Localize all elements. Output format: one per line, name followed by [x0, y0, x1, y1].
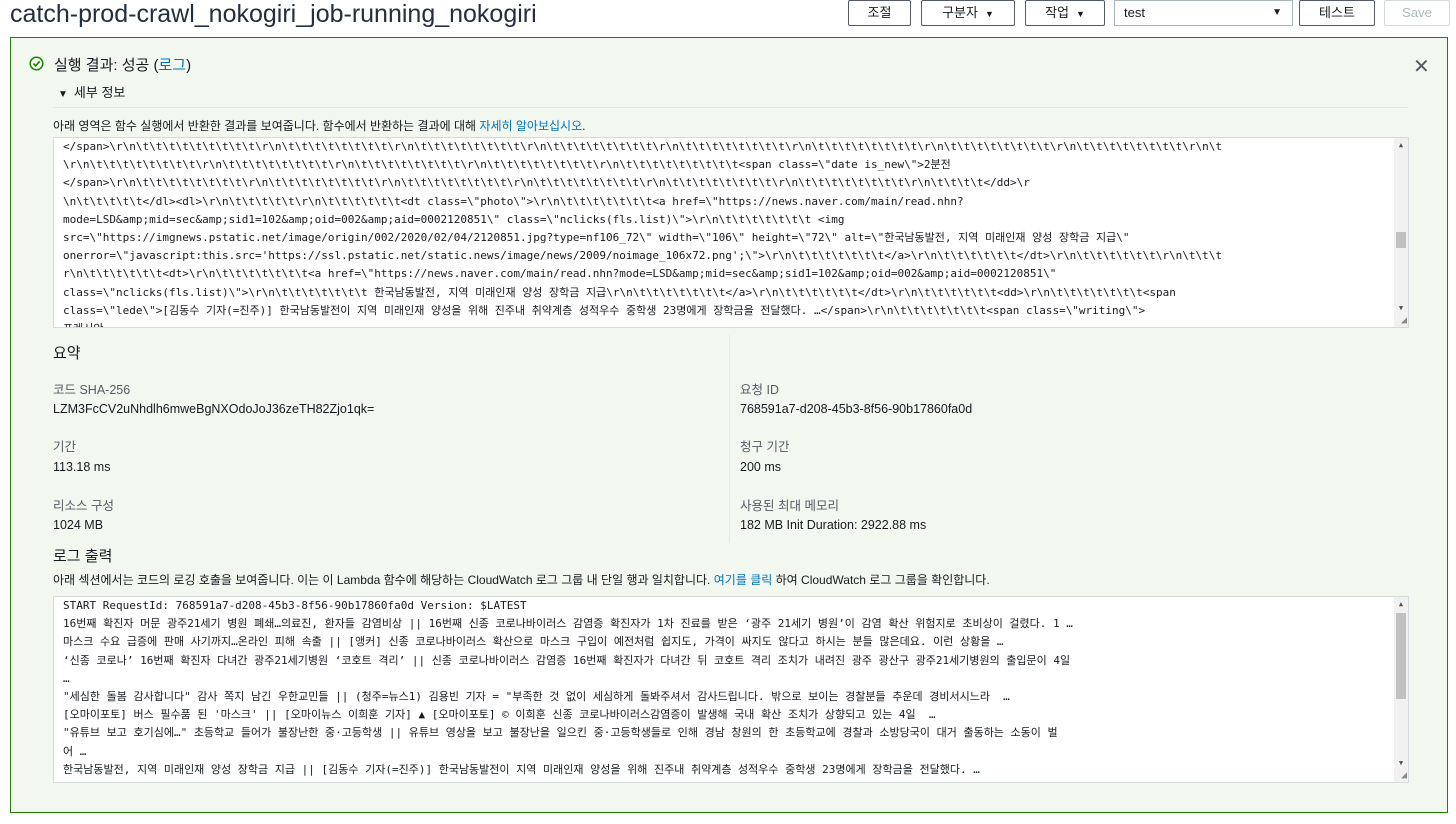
- output-line: \r\n\t\t\t\t\t\t\t\t\r\n\t\t\t\t\t\t\t\t…: [63, 158, 951, 172]
- scroll-up-icon[interactable]: ▲: [1394, 597, 1408, 611]
- resources-value: 1024 MB: [53, 518, 104, 532]
- result-title-suffix: ): [186, 57, 192, 74]
- save-button[interactable]: Save: [1384, 0, 1450, 26]
- output-scrollbar[interactable]: ▲ ▼: [1394, 138, 1408, 327]
- log-output-title: 로그 출력: [53, 548, 113, 565]
- execution-result-panel: 실행 결과: 성공 (로그) ✕ ▼ 세부 정보 아래 영역은 함수 실행에서 반…: [10, 37, 1448, 813]
- test-event-select[interactable]: test ▼: [1114, 0, 1293, 26]
- log-output-box[interactable]: START RequestId: 768591a7-d208-45b3-8f56…: [53, 596, 1409, 783]
- result-title: 실행 결과: 성공 (로그): [54, 57, 191, 75]
- log-description: 아래 섹션에서는 코드의 로깅 호출을 보여줍니다. 이는 이 Lambda 함…: [53, 573, 990, 587]
- output-line: onerror=\"javascript:this.src='https://s…: [63, 249, 1222, 263]
- test-event-value: test: [1124, 5, 1145, 20]
- function-header: catch-prod-crawl_nokogiri_job-running_no…: [0, 0, 1456, 30]
- scroll-thumb[interactable]: [1396, 613, 1406, 699]
- log-line: 한국남동발전, 지역 미래인재 양성 장학금 지급 || [김동수 기자(=진주…: [63, 762, 980, 776]
- result-desc-text: 아래 영역은 함수 실행에서 반환한 결과를 보여줍니다. 함수에서 반환하는 …: [53, 119, 480, 133]
- save-label: Save: [1402, 5, 1432, 20]
- max-memory-label: 사용된 최대 메모리: [740, 499, 839, 513]
- success-check-icon: [29, 56, 44, 71]
- learn-more-link[interactable]: 자세히 알아보십시오: [479, 119, 582, 133]
- output-line: class=\"lede\">[김동수 기자(=진주)] 한국남동발전이 지역 …: [63, 303, 1146, 317]
- request-id-label: 요청 ID: [740, 383, 779, 397]
- chevron-down-icon: ▼: [1076, 9, 1085, 19]
- output-line: </span>\r\n\t\t\t\t\t\t\t\t\r\n\t\t\t\t\…: [63, 176, 1030, 190]
- divider: [53, 107, 1408, 108]
- log-line: "유튜브 보고 호기심에…" 초등학교 들어가 불장난한 중·고등학생 || 유…: [63, 726, 1058, 740]
- execution-output-box[interactable]: </span>\r\n\t\t\t\t\t\t\t\t\t\r\n\t\t\t\…: [53, 137, 1409, 328]
- max-memory-value: 182 MB Init Duration: 2922.88 ms: [740, 518, 927, 532]
- summary-title: 요약: [53, 345, 81, 362]
- caret-down-icon: ▼: [58, 89, 68, 100]
- chevron-down-icon: ▼: [1272, 7, 1282, 18]
- log-desc-suffix: 하여 CloudWatch 로그 그룹을 확인합니다.: [772, 573, 990, 587]
- duration-label: 기간: [53, 440, 77, 454]
- duration-value: 113.18 ms: [53, 460, 111, 474]
- log-desc-text: 아래 섹션에서는 코드의 로깅 호출을 보여줍니다. 이는 이 Lambda 함…: [53, 573, 714, 587]
- result-title-prefix: 실행 결과: 성공 (: [54, 57, 159, 74]
- details-toggle[interactable]: ▼ 세부 정보: [58, 85, 125, 103]
- execution-output-text: </span>\r\n\t\t\t\t\t\t\t\t\t\r\n\t\t\t\…: [54, 138, 1408, 327]
- close-icon[interactable]: ✕: [1413, 54, 1430, 79]
- result-desc-suffix: .: [582, 119, 586, 133]
- billed-duration-label: 청구 기간: [740, 440, 790, 454]
- code-sha-label: 코드 SHA-256: [53, 383, 131, 397]
- log-line: "세심한 돌봄 감사합니다" 감사 쪽지 남긴 우한교민들 || (청주=뉴스1…: [63, 690, 1010, 704]
- resize-handle-icon[interactable]: ◢: [1401, 316, 1407, 326]
- details-label: 세부 정보: [73, 85, 126, 100]
- function-name-title: catch-prod-crawl_nokogiri_job-running_no…: [10, 0, 537, 28]
- qualifiers-label: 구분자: [942, 5, 978, 20]
- log-line: START RequestId: 768591a7-d208-45b3-8f56…: [63, 599, 527, 612]
- chevron-down-icon: ▼: [984, 9, 994, 19]
- output-line: src=\"https://imgnews.pstatic.net/image/…: [63, 231, 1130, 245]
- log-line: 어 …: [63, 744, 87, 758]
- output-line: class=\"nclicks(fls.list)\">\r\n\t\t\t\t…: [63, 285, 1176, 299]
- logs-link[interactable]: 로그: [158, 57, 186, 74]
- scroll-down-icon[interactable]: ▼: [1394, 301, 1408, 315]
- scroll-thumb[interactable]: [1396, 232, 1406, 248]
- log-line: …: [63, 671, 70, 685]
- output-line: \n\t\t\t\t\t</dl><dl>\r\n\t\t\t\t\t\r\n\…: [63, 194, 964, 208]
- actions-label: 작업: [1045, 5, 1069, 20]
- throttle-label: 조절: [867, 5, 892, 20]
- scroll-down-icon[interactable]: ▼: [1394, 756, 1408, 770]
- throttle-button[interactable]: 조절: [848, 0, 911, 26]
- actions-dropdown[interactable]: 작업 ▼: [1025, 0, 1105, 26]
- output-line: r\n\t\t\t\t\t\t<dt>\r\n\t\t\t\t\t\t\t<a …: [63, 267, 1057, 281]
- scroll-up-icon[interactable]: ▲: [1394, 138, 1408, 152]
- request-id-value: 768591a7-d208-45b3-8f56-90b17860fa0d: [740, 402, 973, 416]
- result-description: 아래 영역은 함수 실행에서 반환한 결과를 보여줍니다. 함수에서 반환하는 …: [53, 119, 585, 133]
- billed-duration-value: 200 ms: [740, 460, 781, 474]
- test-button[interactable]: 테스트: [1299, 0, 1375, 26]
- log-line: 16번째 확진자 머문 광주21세기 병원 폐쇄…의료진, 환자들 감염비상 |…: [63, 617, 1073, 631]
- resize-handle-icon[interactable]: ◢: [1401, 771, 1407, 781]
- summary-divider: [729, 335, 730, 543]
- qualifiers-dropdown[interactable]: 구분자 ▼: [921, 0, 1015, 26]
- code-sha-value: LZM3FcCV2uNhdlh6mweBgNXOdoJoJ36zeTH82Zjo…: [53, 402, 375, 416]
- output-line: </span>\r\n\t\t\t\t\t\t\t\t\t\r\n\t\t\t\…: [63, 140, 1222, 153]
- test-label: 테스트: [1319, 5, 1355, 20]
- output-line: mode=LSD&amp;mid=sec&amp;sid1=102&amp;oi…: [63, 212, 845, 226]
- log-scrollbar[interactable]: ▲ ▼: [1394, 597, 1408, 782]
- log-line: [오마이포토] 버스 필수품 된 '마스크' || [오마이뉴스 이희훈 기자]…: [63, 708, 936, 722]
- log-output-text: START RequestId: 768591a7-d208-45b3-8f56…: [54, 597, 1408, 779]
- resources-label: 리소스 구성: [53, 499, 114, 513]
- log-line: 마스크 수요 급증에 판매 사기까지…온라인 피해 속출 || [앵커] 신종 …: [63, 635, 1004, 649]
- output-line: 프레시안: [63, 320, 1390, 327]
- cloudwatch-link[interactable]: 여기를 클릭: [714, 573, 773, 587]
- log-line: ‘신종 코로나’ 16번째 확진자 다녀간 광주21세기병원 ‘코호트 격리’ …: [63, 653, 1071, 667]
